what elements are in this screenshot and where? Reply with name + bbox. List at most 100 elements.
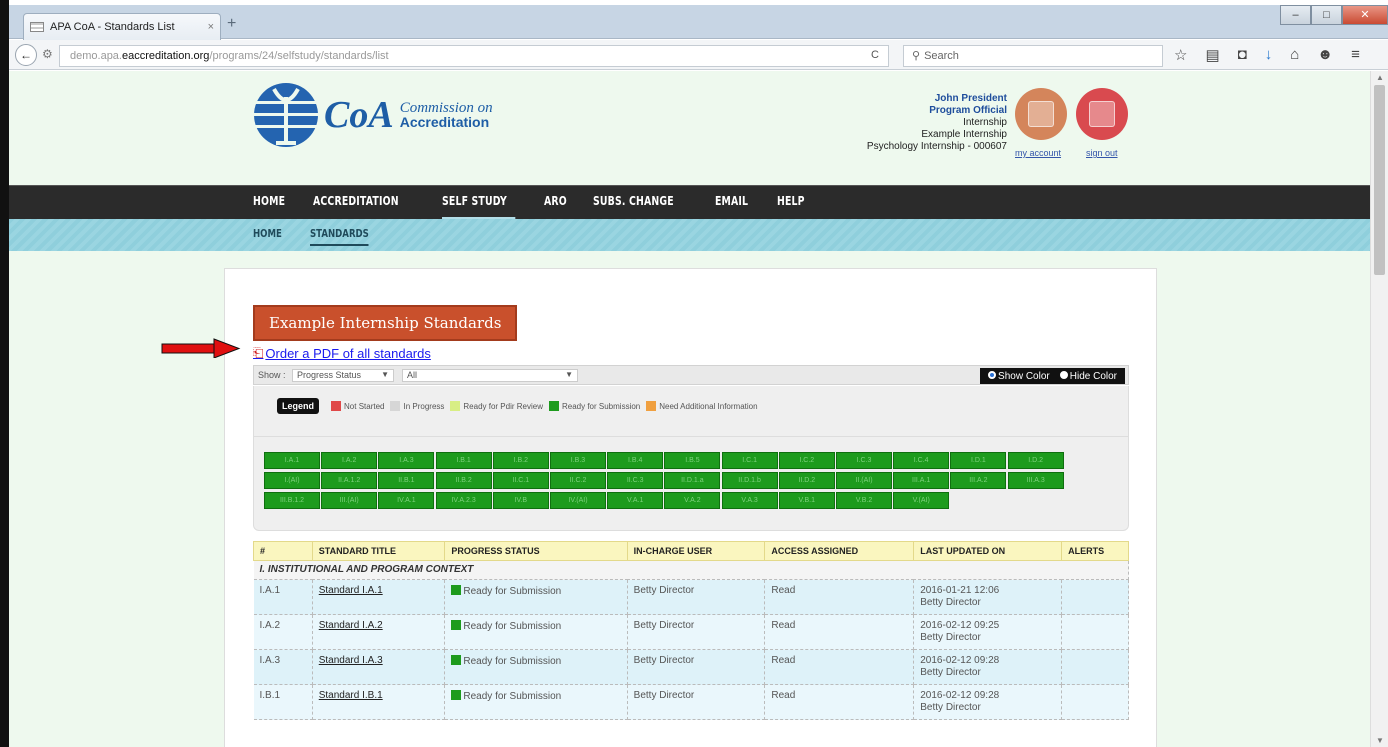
standard-box[interactable]: I.A.3 — [378, 452, 435, 469]
standard-title-link[interactable]: Standard I.B.1 — [319, 690, 383, 701]
scroll-up-icon[interactable]: ▲ — [1376, 73, 1384, 82]
nav-home[interactable]: HOME — [253, 186, 294, 220]
standard-title-link[interactable]: Standard I.A.1 — [319, 585, 383, 596]
standard-box[interactable]: III.A.1 — [893, 472, 950, 489]
nav-self-study[interactable]: SELF STUDY — [442, 186, 516, 220]
hello-icon[interactable]: ☻ — [1317, 46, 1333, 64]
back-arrow-icon[interactable]: ← — [15, 44, 37, 66]
legend-swatch — [390, 401, 401, 411]
standard-box[interactable]: IV.A.1 — [378, 492, 435, 509]
standard-box[interactable]: III.B.1.2 — [264, 492, 320, 509]
show-color-option[interactable]: Show Color — [988, 370, 1050, 382]
nav-accreditation[interactable]: ACCREDITATION — [313, 186, 407, 220]
standard-box[interactable]: V.A.3 — [721, 492, 778, 509]
sign-out-link[interactable]: sign out — [1086, 148, 1118, 158]
standard-box[interactable]: I.B.4 — [607, 452, 664, 469]
standard-box[interactable]: II.C.2 — [550, 472, 606, 489]
standard-box[interactable]: II.B.1 — [378, 472, 435, 489]
standard-box[interactable]: I.A.1 — [264, 452, 320, 469]
alerts-cell — [1061, 649, 1129, 685]
coa-logo[interactable]: CoA Commission on Accreditation — [252, 81, 493, 149]
my-account-link[interactable]: my account — [1015, 148, 1061, 158]
standard-box[interactable]: III.A.2 — [950, 472, 1007, 489]
subnav-standards[interactable]: STANDARDS — [310, 219, 369, 246]
standard-box[interactable]: V.A.1 — [607, 492, 664, 509]
radio-icon — [1059, 370, 1068, 379]
window-controls: – □ ✕ — [1280, 5, 1388, 25]
maximize-button[interactable]: □ — [1311, 5, 1342, 25]
standard-title-link[interactable]: Standard I.A.3 — [319, 655, 383, 666]
filter-type-select[interactable]: Progress Status ▼ — [292, 369, 394, 382]
nav-subs-change[interactable]: SUBS. CHANGE — [593, 186, 682, 220]
standard-box[interactable]: V.A.2 — [664, 492, 721, 509]
pocket-icon[interactable]: ◘ — [1238, 46, 1247, 64]
standard-box[interactable]: I.C.3 — [836, 452, 892, 469]
standard-box[interactable]: II.A.1.2 — [321, 472, 378, 489]
nav-aro[interactable]: ARO — [544, 186, 575, 220]
download-icon[interactable]: ↓ — [1265, 46, 1273, 64]
standard-box[interactable]: V.(AI) — [893, 492, 950, 509]
standard-box[interactable]: IV.(AI) — [550, 492, 606, 509]
standard-box[interactable]: I.(AI) — [264, 472, 320, 489]
new-tab-button[interactable]: + — [227, 15, 236, 33]
close-window-button[interactable]: ✕ — [1342, 5, 1388, 25]
standard-title-cell: Standard I.A.1 — [312, 579, 446, 615]
minimize-button[interactable]: – — [1280, 5, 1311, 25]
bookmark-star-icon[interactable]: ☆ — [1174, 46, 1187, 64]
standard-box[interactable]: IV.B — [492, 492, 549, 509]
scrollbar[interactable]: ▲ ▼ — [1370, 71, 1388, 747]
standard-box[interactable]: I.B.5 — [664, 452, 721, 469]
address-bar[interactable]: demo.apa.eaccreditation.org/programs/24/… — [59, 45, 889, 67]
standard-title-link[interactable]: Standard I.A.2 — [319, 620, 383, 631]
standard-box[interactable]: I.D.1 — [950, 452, 1007, 469]
standard-box[interactable]: I.D.2 — [1007, 452, 1064, 469]
bookmarks-list-icon[interactable]: ▤ — [1205, 46, 1219, 64]
standard-box[interactable]: V.B.1 — [778, 492, 835, 509]
order-pdf-link[interactable]: ⎗ Order a PDF of all standards — [253, 345, 431, 361]
standard-number: I.A.3 — [253, 649, 313, 685]
standard-box[interactable]: II.D.2 — [778, 472, 835, 489]
filter-value-select[interactable]: All ▼ — [402, 369, 578, 382]
table-row: I.B.1 Standard I.B.1 Ready for Submission B… — [253, 684, 1129, 720]
progress-status-cell: Ready for Submission — [444, 614, 628, 650]
scroll-thumb[interactable] — [1374, 85, 1385, 275]
standard-box[interactable]: II.(AI) — [836, 472, 892, 489]
subnav-home[interactable]: HOME — [253, 219, 282, 246]
standard-box[interactable]: V.B.2 — [836, 492, 892, 509]
standard-box[interactable]: III.(AI) — [321, 492, 378, 509]
tab-close-icon[interactable]: × — [208, 21, 214, 33]
logo-line-2: Accreditation — [399, 114, 490, 130]
home-icon[interactable]: ⌂ — [1290, 46, 1299, 64]
standard-box[interactable]: I.C.1 — [721, 452, 778, 469]
standard-box[interactable]: I.C.4 — [893, 452, 950, 469]
standard-box[interactable]: I.B.1 — [435, 452, 492, 469]
standard-box[interactable]: II.D.1.b — [721, 472, 778, 489]
standard-box[interactable]: IV.A.2.3 — [435, 492, 492, 509]
standard-box[interactable]: I.B.3 — [550, 452, 606, 469]
standard-box[interactable]: II.B.2 — [435, 472, 492, 489]
standard-box[interactable]: III.A.3 — [1007, 472, 1064, 489]
sign-out-icon[interactable] — [1076, 88, 1128, 140]
standard-box[interactable]: I.A.2 — [321, 452, 378, 469]
scroll-down-icon[interactable]: ▼ — [1376, 736, 1384, 745]
my-account-icon[interactable] — [1015, 88, 1067, 140]
standard-box[interactable]: I.B.2 — [492, 452, 549, 469]
nav-email[interactable]: EMAIL — [715, 186, 757, 220]
standard-box[interactable]: I.C.2 — [778, 452, 835, 469]
browser-toolbar: ← ⚙ demo.apa.eaccreditation.org/programs… — [9, 40, 1388, 70]
browser-search-input[interactable]: ⚲ Search — [903, 45, 1163, 67]
browser-tab[interactable]: APA CoA - Standards List × — [23, 13, 221, 40]
nav-help[interactable]: HELP — [777, 186, 813, 220]
legend-item-label: Ready for Pdir Review — [463, 401, 543, 411]
site-info-icon[interactable]: ⚙ — [42, 47, 53, 61]
standard-box[interactable]: II.C.3 — [607, 472, 664, 489]
standard-box[interactable]: II.D.1.a — [664, 472, 721, 489]
legend-swatch — [450, 401, 461, 411]
hide-color-option[interactable]: Hide Color — [1059, 370, 1117, 382]
search-icon: ⚲ — [912, 50, 921, 62]
last-updated-date: 2016-02-12 09:28 — [920, 655, 1000, 666]
menu-icon[interactable]: ≡ — [1351, 46, 1360, 64]
standard-box[interactable]: II.C.1 — [492, 472, 549, 489]
reload-icon[interactable]: C — [871, 49, 879, 61]
user-info: John President Program Official Internsh… — [849, 93, 1007, 153]
